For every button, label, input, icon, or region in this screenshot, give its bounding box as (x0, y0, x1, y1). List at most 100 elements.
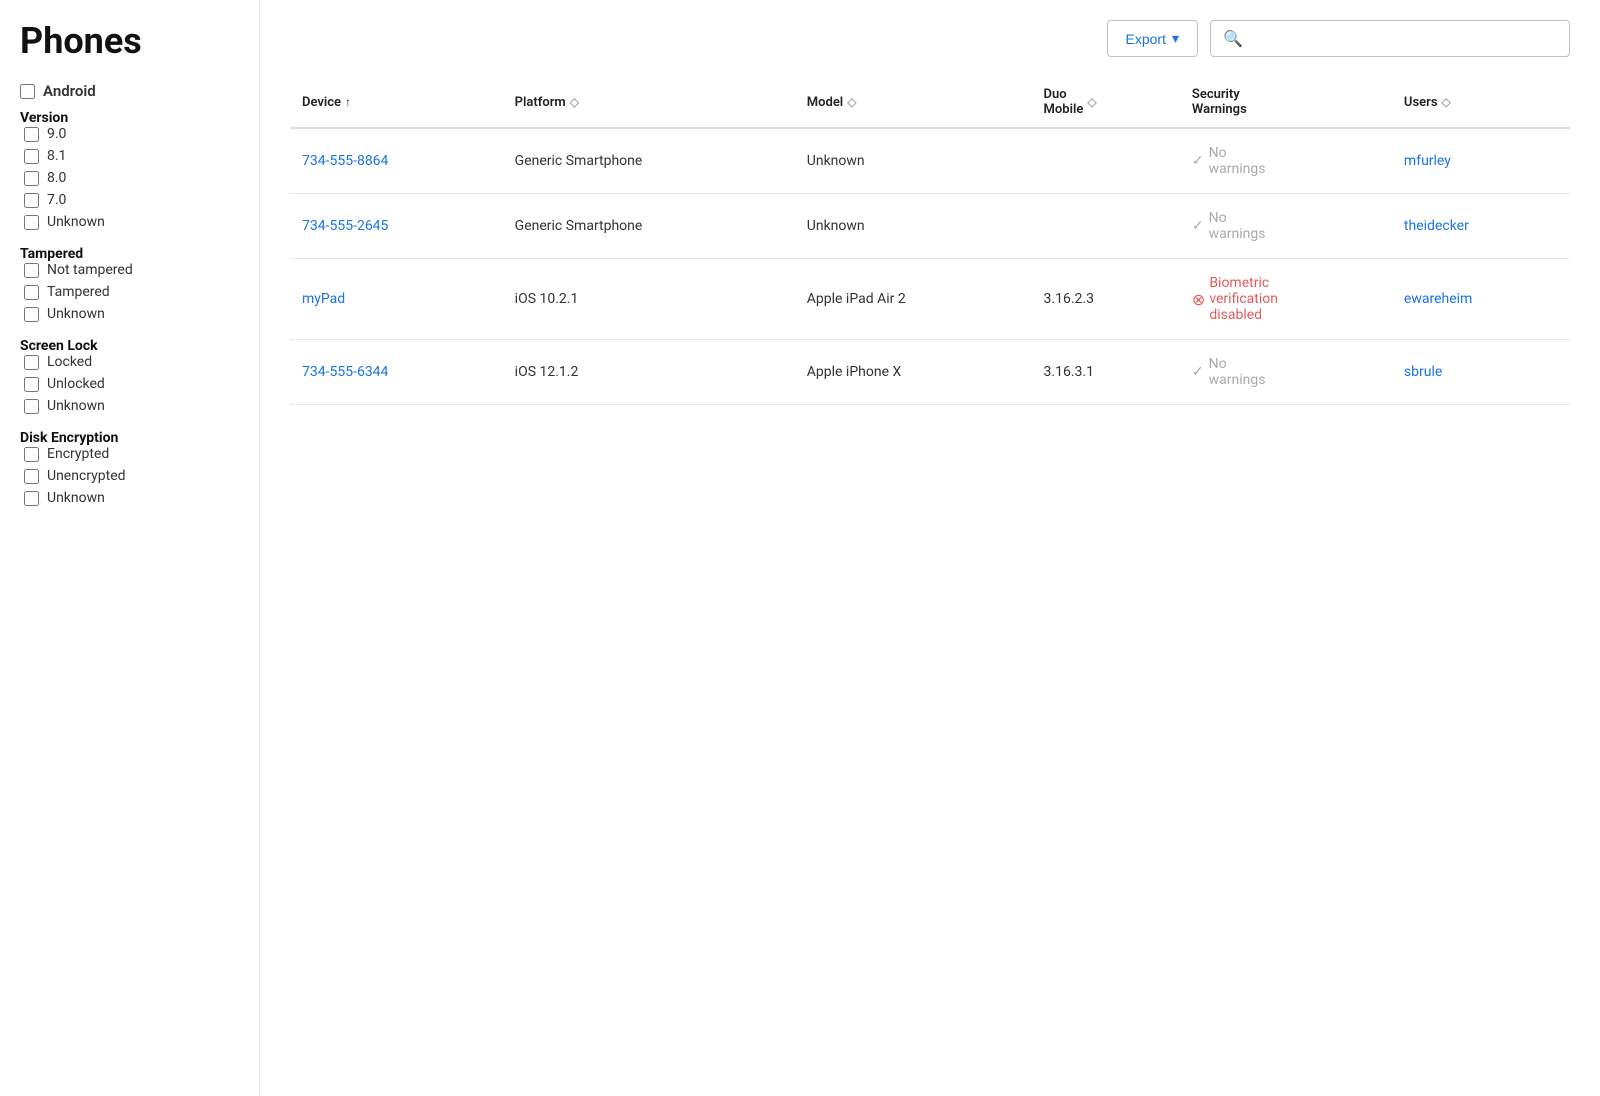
version-section: Version 9.0 8.1 8.0 7.0 Unknown (20, 110, 239, 230)
device-cell: 734-555-2645 (290, 194, 503, 259)
table-row: myPadiOS 10.2.1Apple iPad Air 23.16.2.3⊗… (290, 259, 1570, 340)
model-cell: Unknown (795, 194, 1032, 259)
locked-label[interactable]: Locked (47, 354, 92, 370)
table-row: 734-555-2645 Generic SmartphoneUnknown ✓ N… (290, 194, 1570, 259)
main-content: Export ▾ 🔍 Device ↑ (260, 0, 1600, 1096)
users-sort-icon: ◇ (1442, 95, 1451, 109)
col-header-security-warnings: SecurityWarnings (1180, 77, 1392, 128)
no-warnings-text: Nowarnings (1209, 145, 1266, 177)
user-link[interactable]: sbrule (1404, 364, 1442, 380)
v7-label[interactable]: 7.0 (47, 192, 66, 208)
tampered-unknown-checkbox[interactable] (24, 307, 39, 322)
platform-cell: Generic Smartphone (503, 128, 795, 194)
unlocked-checkbox[interactable] (24, 377, 39, 392)
users-cell: sbrule (1392, 340, 1570, 405)
col-header-users[interactable]: Users ◇ (1392, 77, 1570, 128)
tampered-label[interactable]: Tampered (47, 284, 110, 300)
col-header-device[interactable]: Device ↑ (290, 77, 503, 128)
encryption-unknown-checkbox[interactable] (24, 491, 39, 506)
filter-item-encrypted: Encrypted (20, 446, 239, 462)
platform-cell: iOS 12.1.2 (503, 340, 795, 405)
device-link[interactable]: myPad (302, 291, 345, 307)
check-icon: ✓ (1192, 153, 1204, 169)
v81-checkbox[interactable] (24, 149, 39, 164)
filter-item-v8: 8.0 (20, 170, 239, 186)
unencrypted-label[interactable]: Unencrypted (47, 468, 126, 484)
col-header-platform[interactable]: Platform ◇ (503, 77, 795, 128)
model-cell: Apple iPad Air 2 (795, 259, 1032, 340)
not-tampered-checkbox[interactable] (24, 263, 39, 278)
user-link[interactable]: theidecker (1404, 218, 1469, 234)
phones-table: Device ↑ Platform ◇ Model ◇ (290, 77, 1570, 405)
user-link[interactable]: ewareheim (1404, 291, 1472, 307)
no-warnings-text: Nowarnings (1209, 356, 1266, 388)
no-warnings-text: Nowarnings (1209, 210, 1266, 242)
table-row: 734-555-6344iOS 12.1.2Apple iPhone X3.16… (290, 340, 1570, 405)
unencrypted-checkbox[interactable] (24, 469, 39, 484)
v81-label[interactable]: 8.1 (47, 148, 66, 164)
not-tampered-label[interactable]: Not tampered (47, 262, 133, 278)
security-warnings-cell: ✓ Nowarnings (1180, 128, 1392, 194)
security-warnings-col-label: SecurityWarnings (1192, 87, 1247, 117)
warning-icon: ⊗ (1192, 290, 1205, 309)
page-title: Phones (20, 20, 239, 62)
device-link[interactable]: 734-555-2645 (302, 218, 388, 234)
encrypted-label[interactable]: Encrypted (47, 446, 109, 462)
filter-item-unencrypted: Unencrypted (20, 468, 239, 484)
duo-mobile-cell (1032, 128, 1180, 194)
encrypted-checkbox[interactable] (24, 447, 39, 462)
model-col-label: Model (807, 95, 843, 110)
device-sort-icon: ↑ (345, 95, 351, 109)
vunknown-checkbox[interactable] (24, 215, 39, 230)
v8-checkbox[interactable] (24, 171, 39, 186)
screenlock-unknown-label[interactable]: Unknown (47, 398, 105, 414)
users-col-label: Users (1404, 95, 1438, 110)
users-cell: theidecker (1392, 194, 1570, 259)
device-col-label: Device (302, 95, 341, 110)
device-link[interactable]: 734-555-8864 (302, 153, 388, 169)
locked-checkbox[interactable] (24, 355, 39, 370)
sidebar: Phones Android Version 9.0 8.1 8.0 7. (0, 0, 260, 1096)
warning-text: Biometricverificationdisabled (1209, 275, 1278, 323)
check-icon: ✓ (1192, 364, 1204, 380)
device-cell: 734-555-6344 (290, 340, 503, 405)
vunknown-label[interactable]: Unknown (47, 214, 105, 230)
version-section-title: Version (20, 110, 239, 126)
screenlock-unknown-checkbox[interactable] (24, 399, 39, 414)
filter-item-tampered-unknown: Unknown (20, 306, 239, 322)
user-link[interactable]: mfurley (1404, 153, 1451, 169)
unlocked-label[interactable]: Unlocked (47, 376, 105, 392)
security-warnings-cell: ✓ Nowarnings (1180, 194, 1392, 259)
disk-encryption-section-title: Disk Encryption (20, 430, 239, 446)
duo-mobile-cell (1032, 194, 1180, 259)
tampered-checkbox[interactable] (24, 285, 39, 300)
v9-checkbox[interactable] (24, 127, 39, 142)
duo-mobile-sort-icon: ◇ (1087, 95, 1096, 109)
search-icon: 🔍 (1223, 29, 1243, 48)
filter-item-tampered: Tampered (20, 284, 239, 300)
search-input[interactable] (1251, 31, 1557, 47)
tampered-section-title: Tampered (20, 246, 239, 262)
android-checkbox[interactable] (20, 84, 35, 99)
export-button[interactable]: Export ▾ (1107, 20, 1199, 57)
chevron-down-icon: ▾ (1172, 30, 1179, 47)
v9-label[interactable]: 9.0 (47, 126, 66, 142)
v7-checkbox[interactable] (24, 193, 39, 208)
screen-lock-section-title: Screen Lock (20, 338, 239, 354)
v8-label[interactable]: 8.0 (47, 170, 66, 186)
android-label[interactable]: Android (43, 82, 96, 100)
filter-item-v9: 9.0 (20, 126, 239, 142)
platform-cell: Generic Smartphone (503, 194, 795, 259)
filter-item-not-tampered: Not tampered (20, 262, 239, 278)
filter-item-screenlock-unknown: Unknown (20, 398, 239, 414)
device-link[interactable]: 734-555-6344 (302, 364, 388, 380)
encryption-unknown-label[interactable]: Unknown (47, 490, 105, 506)
filter-item-v81: 8.1 (20, 148, 239, 164)
duo-mobile-col-label: DuoMobile (1044, 87, 1084, 117)
col-header-model[interactable]: Model ◇ (795, 77, 1032, 128)
col-header-duo-mobile[interactable]: DuoMobile ◇ (1032, 77, 1180, 128)
toolbar: Export ▾ 🔍 (290, 20, 1570, 57)
model-sort-icon: ◇ (847, 95, 856, 109)
table-header-row: Device ↑ Platform ◇ Model ◇ (290, 77, 1570, 128)
tampered-unknown-label[interactable]: Unknown (47, 306, 105, 322)
